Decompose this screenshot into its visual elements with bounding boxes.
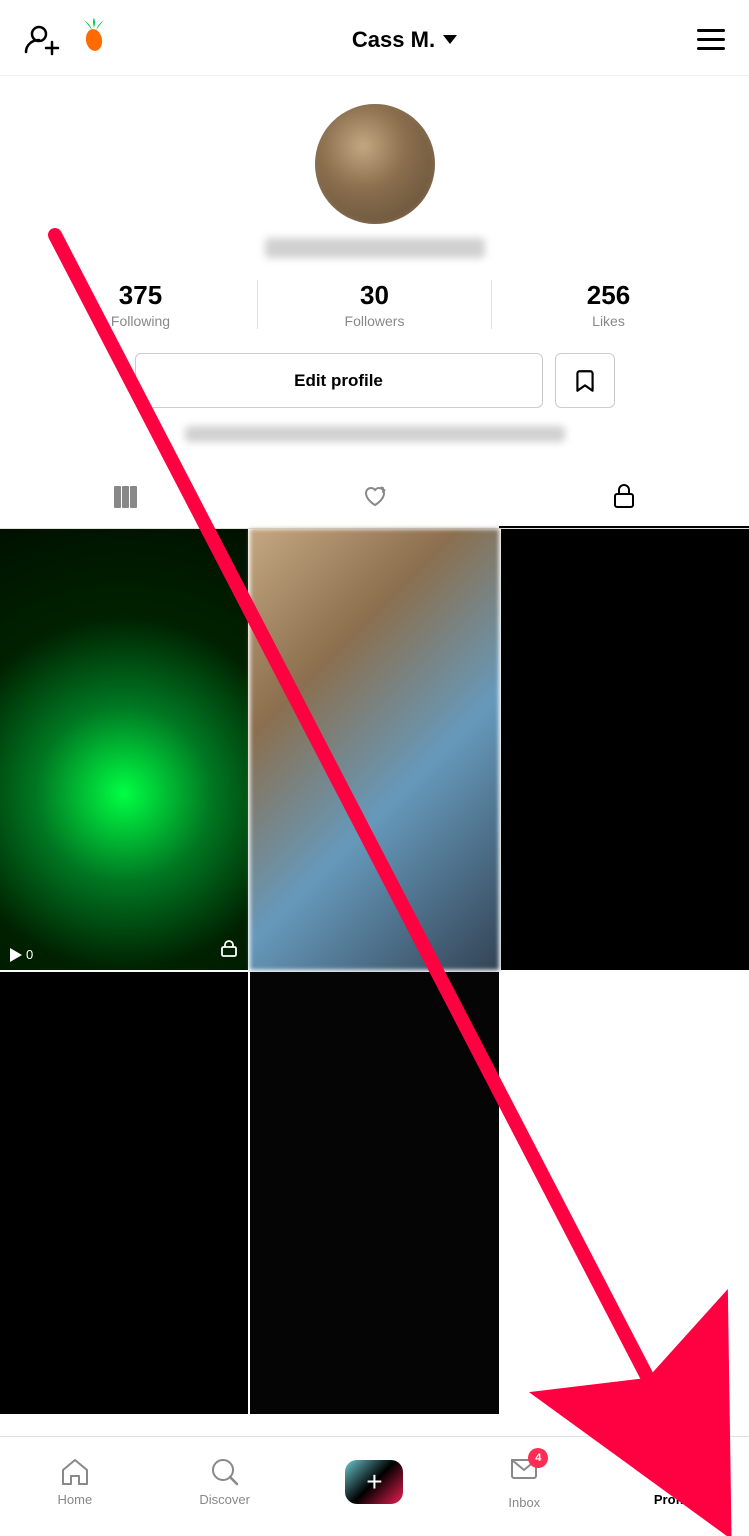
followers-count: 30 xyxy=(360,280,389,311)
bio-blurred xyxy=(185,426,565,442)
menu-icon[interactable] xyxy=(697,29,725,50)
video-thumb-4[interactable] xyxy=(0,972,248,1413)
discover-icon xyxy=(209,1456,241,1488)
discover-label: Discover xyxy=(199,1492,250,1507)
tab-grid[interactable] xyxy=(0,467,250,527)
stats-row: 375 Following 30 Followers 256 Likes xyxy=(24,280,725,329)
video-thumb-3[interactable] xyxy=(501,529,749,970)
home-icon xyxy=(59,1456,91,1488)
header-title-area[interactable]: Cass M. xyxy=(352,27,457,53)
nav-discover[interactable]: Discover xyxy=(150,1456,300,1507)
following-label: Following xyxy=(111,313,170,329)
video-thumb-1[interactable]: 0 xyxy=(0,529,248,970)
bookmark-button[interactable] xyxy=(555,353,615,408)
add-person-icon[interactable] xyxy=(24,22,60,58)
video-thumb-5[interactable] xyxy=(250,972,498,1413)
edit-profile-button[interactable]: Edit profile xyxy=(135,353,543,408)
nav-inbox[interactable]: 4 Inbox xyxy=(449,1454,599,1510)
bottom-nav: Home Discover 4 Inbox Profile xyxy=(0,1436,749,1536)
stat-followers[interactable]: 30 Followers xyxy=(258,280,492,329)
video-thumb-2[interactable] xyxy=(250,529,498,970)
likes-count: 256 xyxy=(587,280,630,311)
tabs-row xyxy=(0,466,749,529)
lock-icon-sm-1 xyxy=(220,939,238,962)
profile-nav-icon xyxy=(658,1456,690,1488)
following-count: 375 xyxy=(119,280,162,311)
carrot-icon[interactable] xyxy=(76,18,112,61)
nav-home[interactable]: Home xyxy=(0,1456,150,1507)
profile-section: 375 Following 30 Followers 256 Likes Edi… xyxy=(0,76,749,466)
bookmark-icon xyxy=(572,368,598,394)
inbox-badge: 4 xyxy=(528,1448,548,1468)
header-username: Cass M. xyxy=(352,27,435,53)
avatar xyxy=(315,104,435,224)
header-left xyxy=(24,18,112,61)
chevron-down-icon xyxy=(443,35,457,44)
tab-liked[interactable] xyxy=(250,467,500,527)
liked-icon xyxy=(361,483,389,511)
create-button[interactable] xyxy=(345,1460,403,1504)
profile-label: Profile xyxy=(654,1492,694,1507)
inbox-container: 4 xyxy=(508,1454,540,1491)
tab-private[interactable] xyxy=(499,466,749,528)
username-blurred xyxy=(265,238,485,258)
play-count-1: 0 xyxy=(10,947,33,962)
home-label: Home xyxy=(58,1492,93,1507)
followers-label: Followers xyxy=(345,313,405,329)
play-icon-1 xyxy=(10,948,22,962)
nav-create[interactable] xyxy=(300,1460,450,1504)
profile-actions: Edit profile xyxy=(135,353,615,408)
video-grid: 0 xyxy=(0,529,749,1414)
lock-icon xyxy=(610,482,638,510)
header: Cass M. xyxy=(0,0,749,76)
inbox-label: Inbox xyxy=(508,1495,540,1510)
likes-label: Likes xyxy=(592,313,625,329)
nav-profile[interactable]: Profile xyxy=(599,1456,749,1507)
grid-icon xyxy=(111,483,139,511)
stat-following[interactable]: 375 Following xyxy=(24,280,258,329)
stat-likes[interactable]: 256 Likes xyxy=(492,280,725,329)
